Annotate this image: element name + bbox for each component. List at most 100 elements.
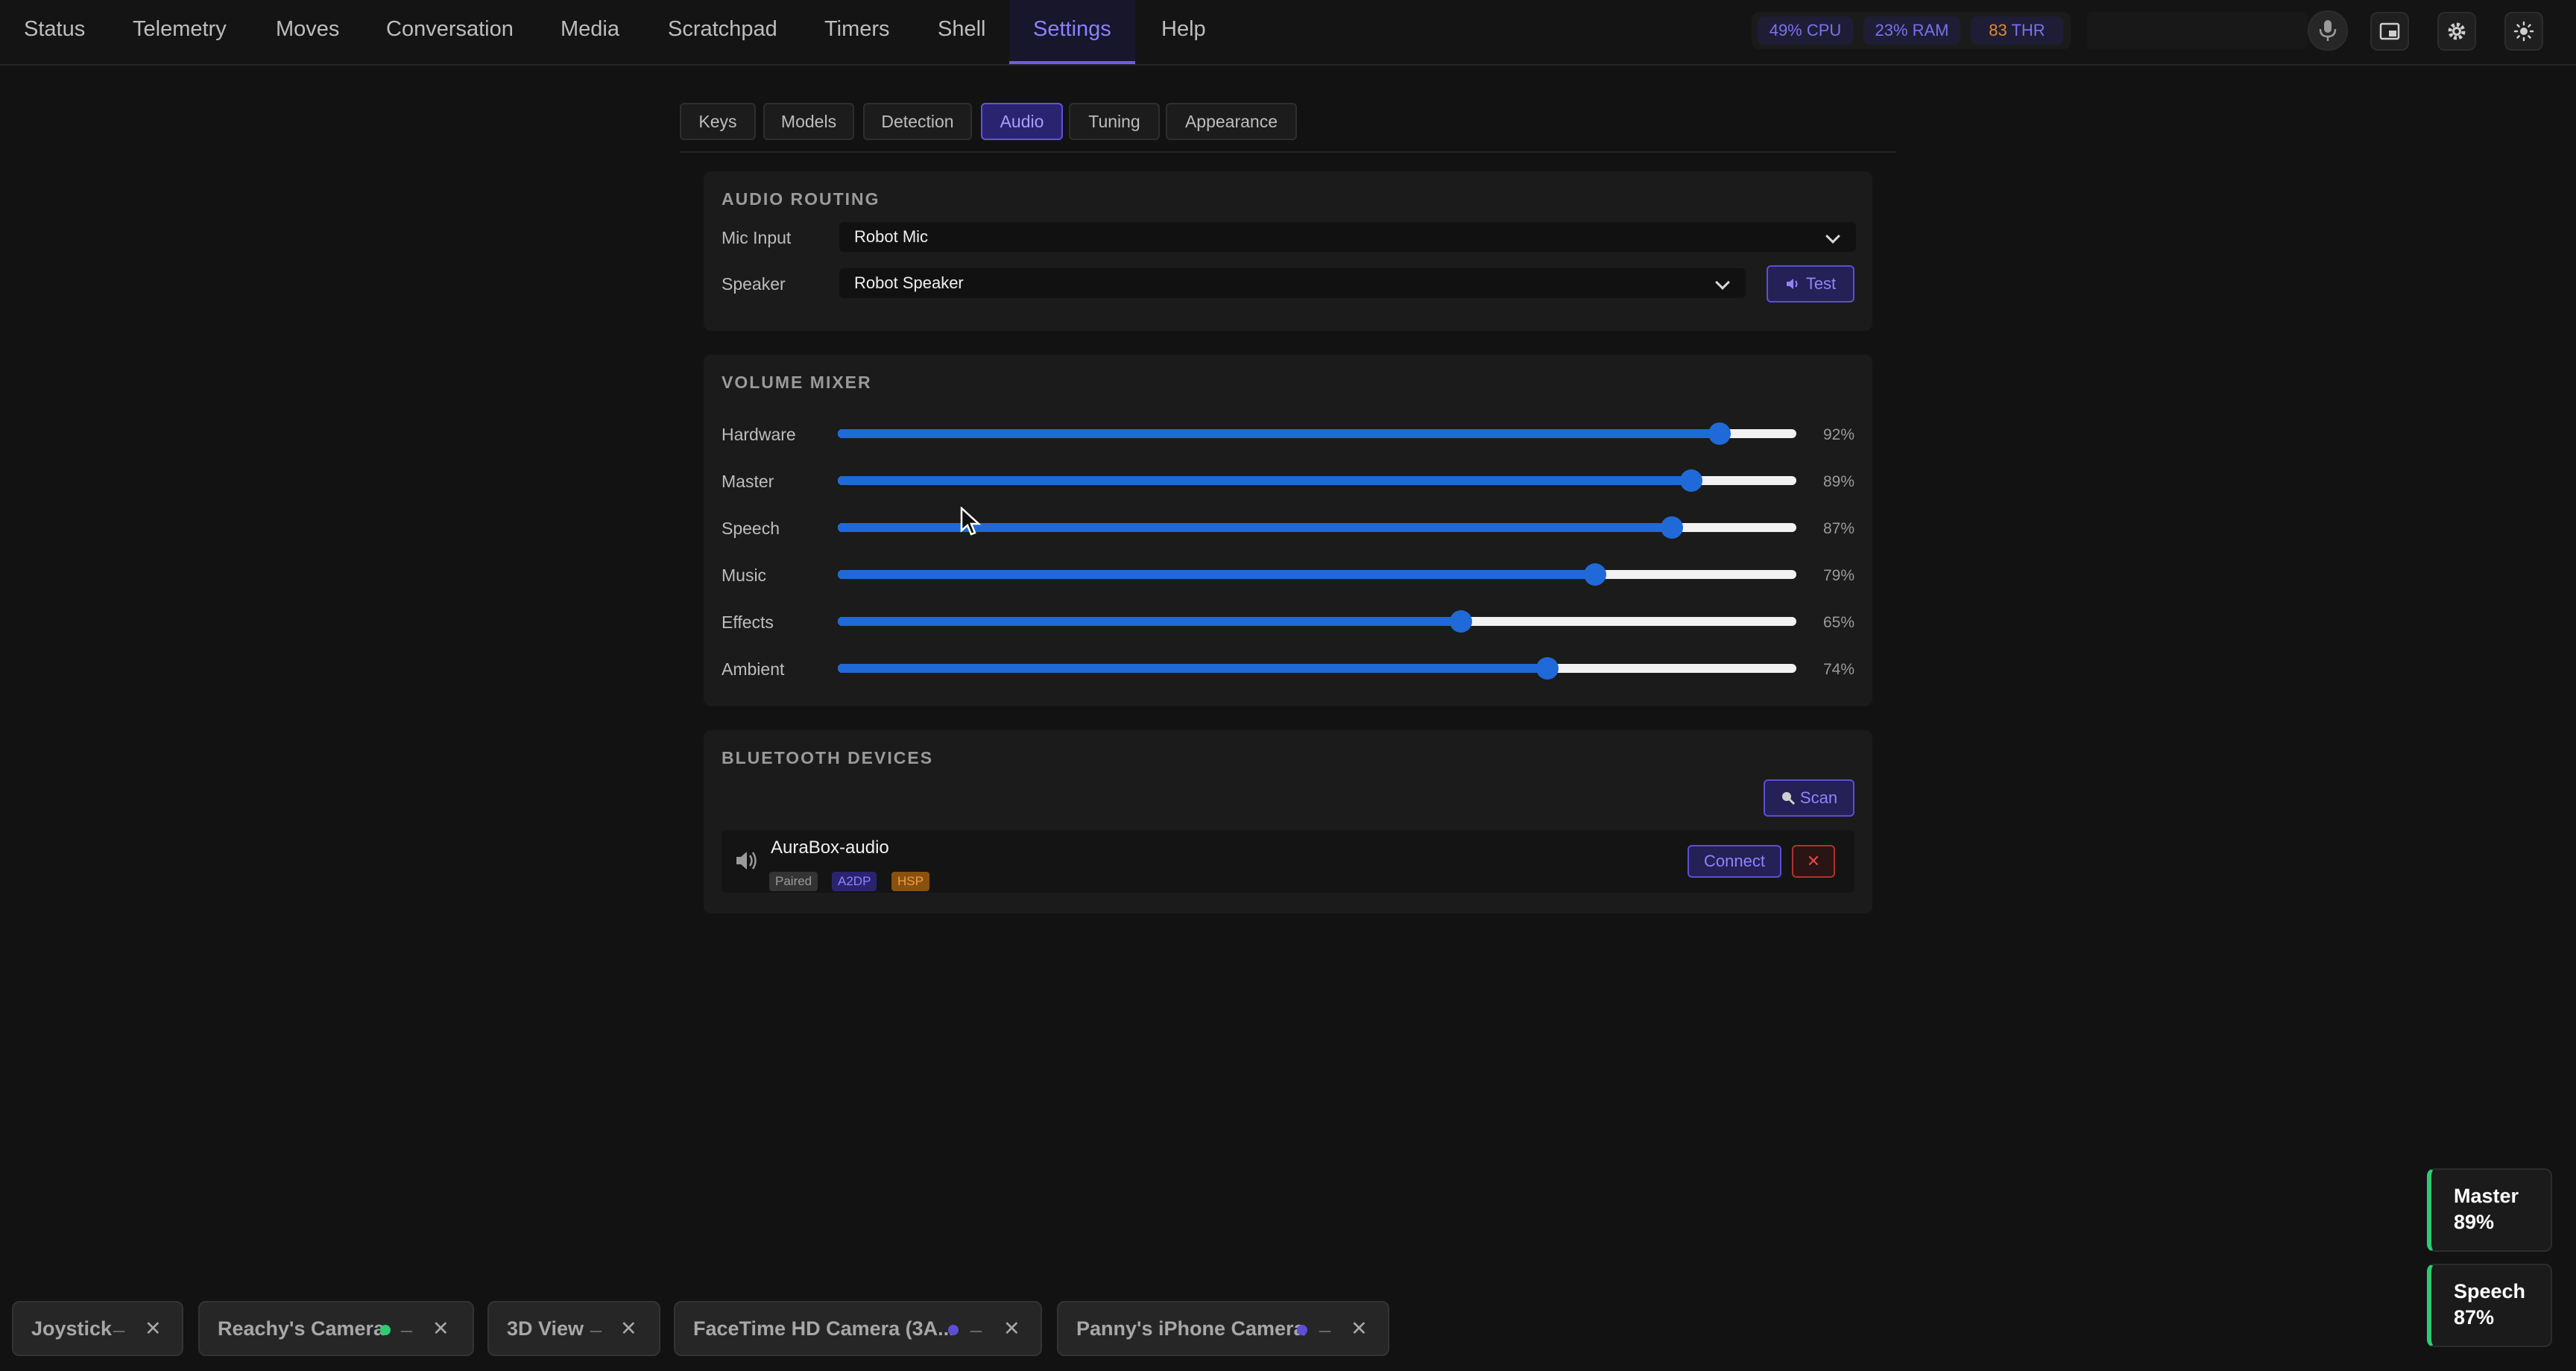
- tab-settings[interactable]: Settings: [1009, 0, 1135, 64]
- volume-value: 87%: [1822, 520, 1854, 537]
- gear-icon: [2448, 22, 2466, 40]
- panel-title: AUDIO ROUTING: [722, 189, 880, 209]
- audio-routing-panel: AUDIO ROUTING Mic Input Robot Mic Speake…: [704, 171, 1872, 331]
- close-icon[interactable]: ✕: [145, 1302, 162, 1355]
- dock-window-label: Panny's iPhone Camera: [1076, 1317, 1305, 1340]
- search-icon: [1781, 792, 1795, 805]
- slider-thumb[interactable]: [1583, 563, 1606, 586]
- chevron-down-icon: [1825, 229, 1840, 244]
- microphone-icon: [2319, 20, 2337, 41]
- settings-tab-detection[interactable]: Detection: [863, 103, 972, 140]
- connect-button[interactable]: Connect: [1688, 845, 1781, 878]
- hud-value: 89%: [2454, 1211, 2495, 1233]
- tab-scratchpad[interactable]: Scratchpad: [668, 0, 777, 64]
- tab-timers[interactable]: Timers: [824, 0, 890, 64]
- remove-device-button[interactable]: ✕: [1792, 845, 1835, 878]
- volume-label-effects: Effects: [722, 612, 774, 632]
- tab-telemetry[interactable]: Telemetry: [133, 0, 227, 64]
- settings-tab-keys[interactable]: Keys: [680, 103, 756, 140]
- volume-label-music: Music: [722, 566, 767, 585]
- volume-label-ambient: Ambient: [722, 659, 785, 679]
- tab-conversation[interactable]: Conversation: [386, 0, 514, 64]
- cpu-badge: 49% CPU: [1758, 16, 1853, 45]
- picture-in-picture-button[interactable]: [2370, 12, 2409, 51]
- dock-window-facetime-camera[interactable]: FaceTime HD Camera (3A... _ ✕: [674, 1301, 1042, 1356]
- volume-slider-ambient[interactable]: [838, 657, 1796, 680]
- slider-thumb[interactable]: [1708, 422, 1731, 445]
- thr-label: THR: [2011, 21, 2045, 39]
- mic-input-value: Robot Mic: [854, 227, 929, 246]
- volume-value: 89%: [1822, 473, 1854, 490]
- speaker-label: Speaker: [722, 274, 786, 294]
- mic-input-select[interactable]: Robot Mic: [839, 222, 1856, 252]
- minimize-icon[interactable]: _: [970, 1296, 982, 1349]
- close-icon[interactable]: ✕: [620, 1302, 637, 1355]
- bluetooth-device-row: AuraBox-audio Paired A2DP HSP Connect ✕: [722, 830, 1854, 893]
- hud-speech-volume: Speech 87%: [2427, 1264, 2552, 1347]
- volume-slider-master[interactable]: [838, 469, 1796, 492]
- hud-master-volume: Master 89%: [2427, 1168, 2552, 1252]
- volume-value: 79%: [1822, 567, 1854, 584]
- dock-window-label: FaceTime HD Camera (3A...: [693, 1317, 955, 1340]
- tab-media[interactable]: Media: [561, 0, 619, 64]
- dock-window-joystick[interactable]: Joystick _ ✕: [12, 1301, 183, 1356]
- settings-tab-models[interactable]: Models: [763, 103, 854, 140]
- dock-window-reachys-camera[interactable]: Reachy's Camera _ ✕: [198, 1301, 474, 1356]
- settings-tab-audio[interactable]: Audio: [981, 103, 1063, 140]
- close-icon[interactable]: ✕: [432, 1302, 449, 1355]
- slider-thumb[interactable]: [1535, 657, 1559, 680]
- close-icon[interactable]: ✕: [1003, 1302, 1020, 1355]
- scan-button[interactable]: Scan: [1764, 779, 1854, 817]
- scan-button-label: Scan: [1799, 788, 1838, 807]
- microphone-button[interactable]: [2308, 10, 2348, 51]
- dock-window-label: Reachy's Camera: [218, 1317, 385, 1340]
- theme-toggle-button[interactable]: [2504, 12, 2543, 51]
- tab-shell[interactable]: Shell: [938, 0, 986, 64]
- minimize-icon[interactable]: _: [590, 1296, 602, 1349]
- sun-icon: [2513, 21, 2534, 42]
- test-speaker-button[interactable]: Test: [1767, 265, 1854, 303]
- mouse-cursor-icon: [960, 507, 981, 536]
- dock-window-label: Joystick: [31, 1317, 113, 1340]
- dock-window-iphone-camera[interactable]: Panny's iPhone Camera _ ✕: [1057, 1301, 1389, 1356]
- top-search-field[interactable]: [2087, 12, 2308, 49]
- thr-badge: 83 THR: [1971, 16, 2063, 45]
- slider-fill: [838, 570, 1595, 579]
- volume-slider-effects[interactable]: [838, 610, 1796, 633]
- slider-thumb[interactable]: [1449, 610, 1472, 633]
- minimize-icon[interactable]: _: [113, 1296, 124, 1349]
- tab-moves[interactable]: Moves: [276, 0, 339, 64]
- speaker-select[interactable]: Robot Speaker: [839, 268, 1746, 298]
- picture-in-picture-icon: [2379, 22, 2400, 40]
- volume-slider-music[interactable]: [838, 563, 1796, 586]
- settings-button[interactable]: [2437, 12, 2476, 51]
- volume-value: 92%: [1822, 426, 1854, 443]
- ram-badge: 23% RAM: [1863, 16, 1960, 45]
- dock-window-3d-view[interactable]: 3D View _ ✕: [487, 1301, 660, 1356]
- status-dot: [1297, 1325, 1307, 1335]
- minimize-icon[interactable]: _: [1319, 1296, 1330, 1349]
- tab-help[interactable]: Help: [1161, 0, 1206, 64]
- top-navigation: Status Telemetry Moves Conversation Medi…: [0, 0, 2576, 66]
- settings-tab-appearance[interactable]: Appearance: [1166, 103, 1297, 140]
- slider-thumb[interactable]: [1660, 516, 1683, 539]
- slider-fill: [838, 476, 1691, 485]
- hud-label: Speech: [2454, 1280, 2526, 1302]
- volume-label-hardware: Hardware: [722, 425, 796, 444]
- volume-slider-speech[interactable]: [838, 516, 1796, 539]
- dock-window-label: 3D View: [507, 1317, 584, 1340]
- close-icon[interactable]: ✕: [1351, 1302, 1368, 1355]
- volume-slider-hardware[interactable]: [838, 422, 1796, 445]
- minimize-icon[interactable]: _: [401, 1296, 412, 1349]
- settings-tab-tuning[interactable]: Tuning: [1069, 103, 1160, 140]
- slider-thumb[interactable]: [1679, 469, 1702, 492]
- connect-button-label: Connect: [1704, 852, 1765, 870]
- panel-title: BLUETOOTH DEVICES: [722, 748, 934, 767]
- profile-badge: HSP: [891, 872, 929, 891]
- panel-title: VOLUME MIXER: [722, 373, 872, 392]
- tab-status[interactable]: Status: [24, 0, 85, 64]
- thr-value: 83: [1989, 21, 2007, 39]
- test-button-label: Test: [1805, 274, 1837, 293]
- close-icon: ✕: [1806, 852, 1821, 870]
- volume-label-master: Master: [722, 472, 774, 491]
